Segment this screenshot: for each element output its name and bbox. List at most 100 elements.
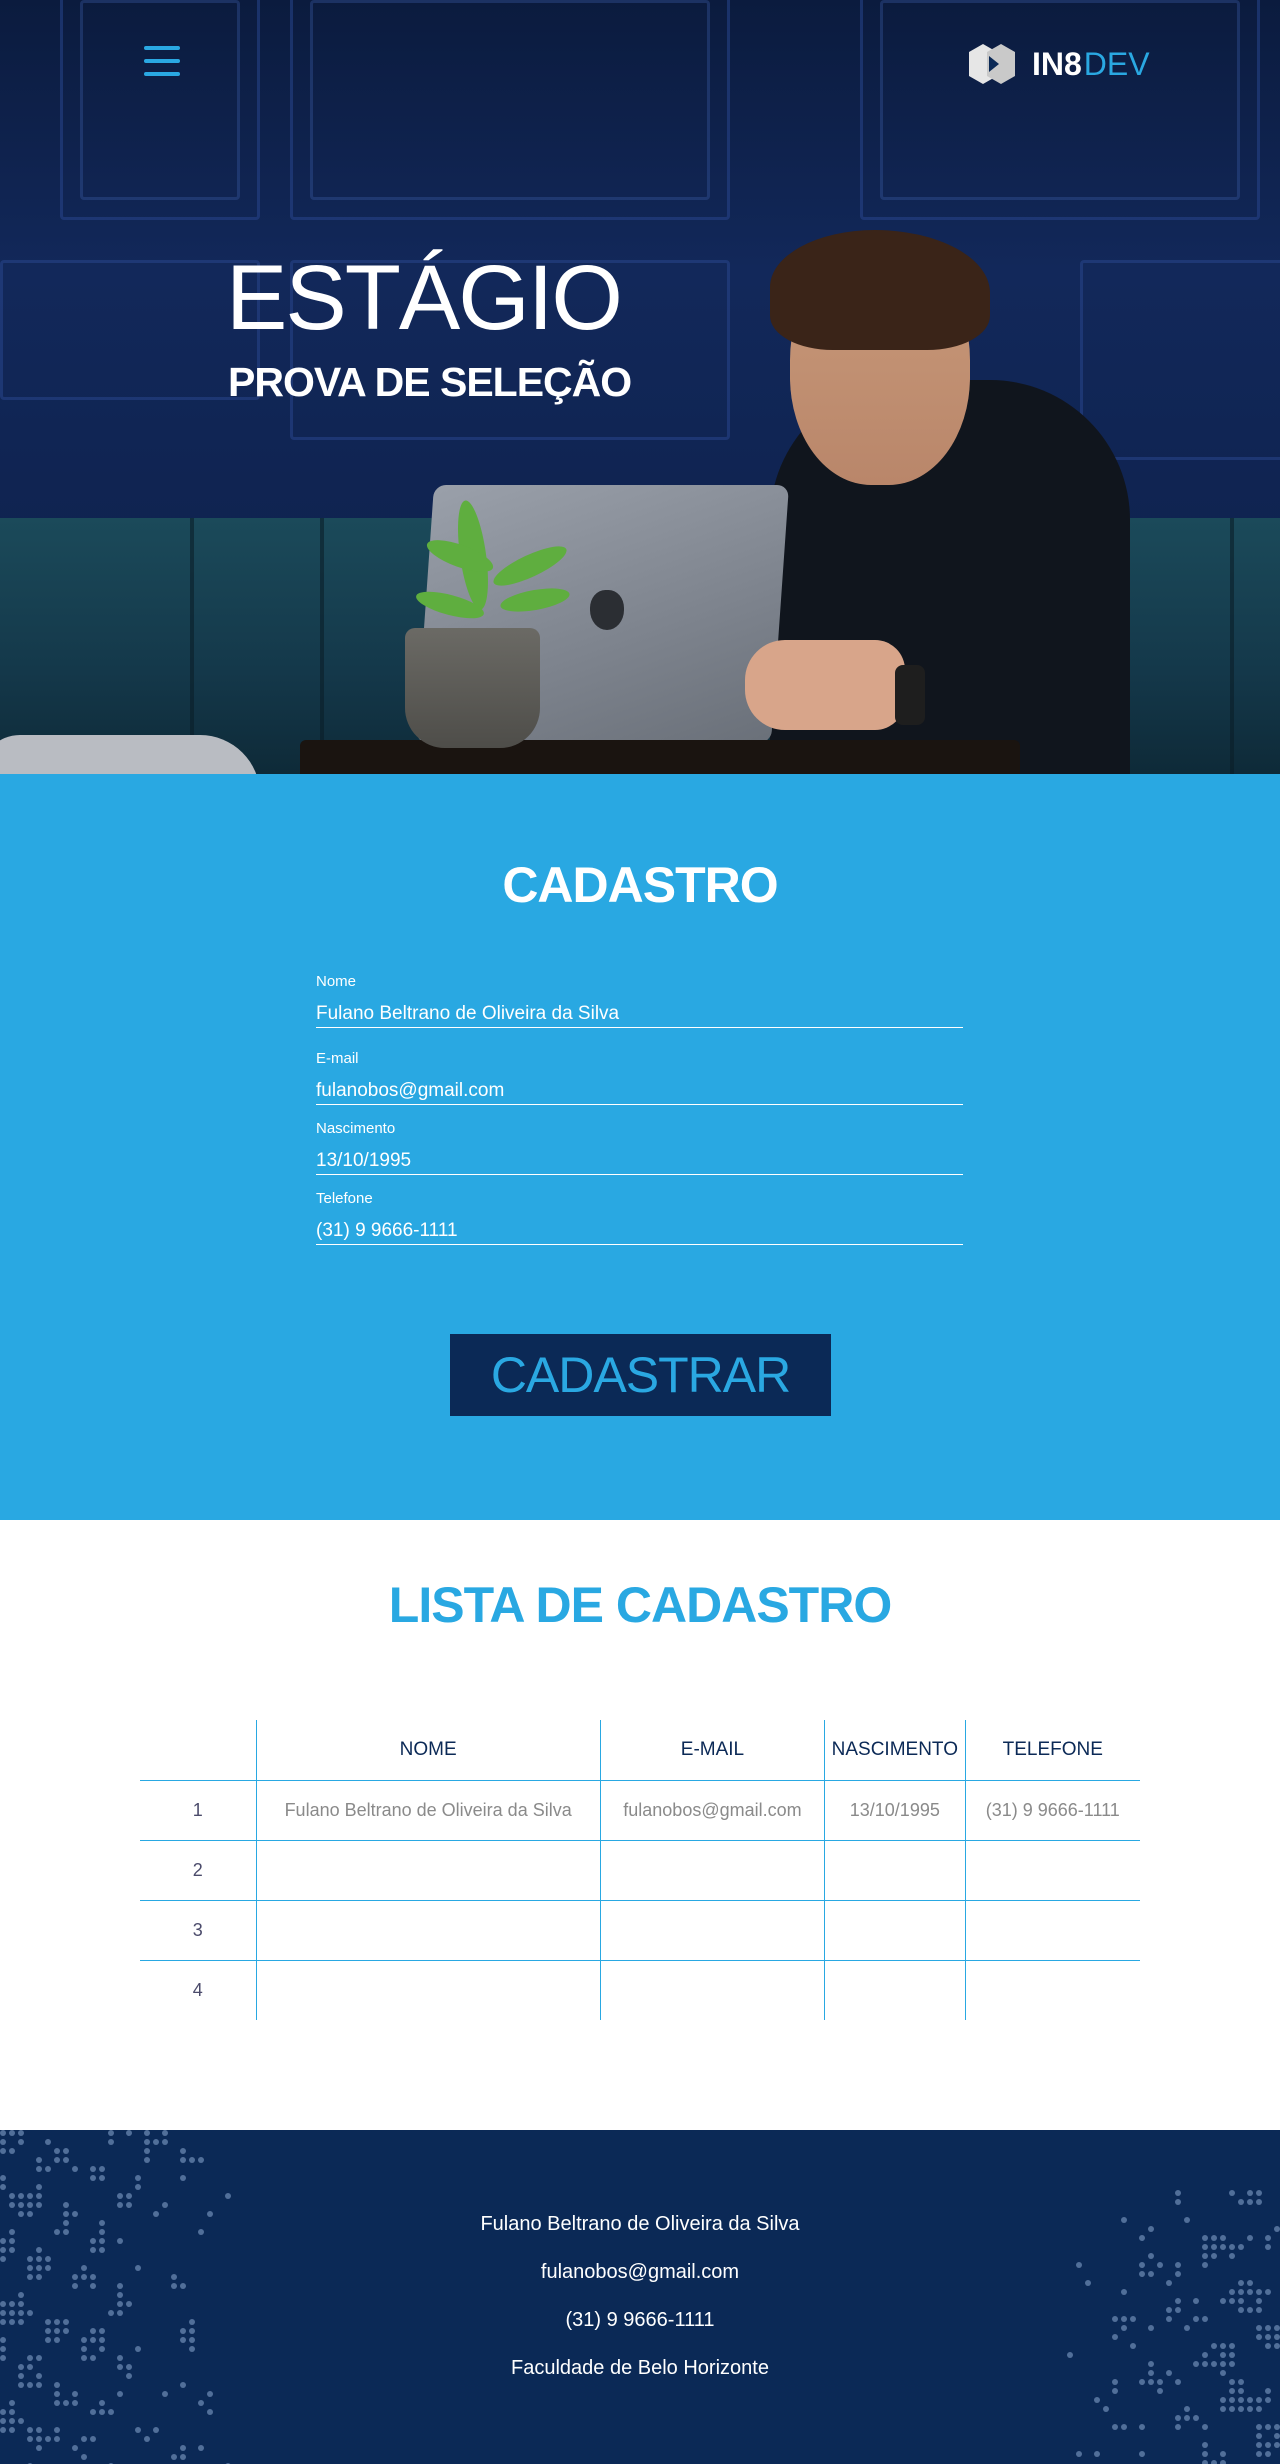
apple-logo-icon <box>590 590 624 630</box>
hamburger-line <box>144 72 180 76</box>
map-dot <box>1238 2379 1244 2385</box>
table-row[interactable]: 1 Fulano Beltrano de Oliveira da Silva f… <box>140 1780 1140 1840</box>
map-dot <box>1211 2361 1217 2367</box>
map-dot <box>72 2166 78 2172</box>
map-dot <box>0 2256 6 2262</box>
map-dot <box>1256 2451 1262 2457</box>
map-dot <box>9 2409 15 2415</box>
map-dot <box>81 2274 87 2280</box>
map-dot <box>1130 2316 1136 2322</box>
map-dot <box>1238 2406 1244 2412</box>
map-dot <box>27 2211 33 2217</box>
map-dot <box>135 2265 141 2271</box>
map-dot <box>1112 2334 1118 2340</box>
map-dot <box>36 2184 42 2190</box>
map-dot <box>225 2193 231 2199</box>
map-dot <box>144 2148 150 2154</box>
map-dot <box>117 2391 123 2397</box>
map-dot <box>1256 2334 1262 2340</box>
map-dot <box>117 2202 123 2208</box>
row-index: 4 <box>140 1960 256 2020</box>
map-dot <box>27 2436 33 2442</box>
column-header-email: E-MAIL <box>600 1720 824 1780</box>
map-dot <box>1265 2289 1271 2295</box>
map-dot <box>1166 2370 1172 2376</box>
map-dot <box>54 2436 60 2442</box>
map-dot <box>135 2346 141 2352</box>
table-row[interactable]: 2 <box>140 1840 1140 1900</box>
map-dot <box>1085 2280 1091 2286</box>
map-dot <box>1274 2343 1280 2349</box>
map-dot <box>162 2139 168 2145</box>
map-dot <box>1166 2307 1172 2313</box>
map-dot <box>189 2337 195 2343</box>
map-dot <box>1256 2325 1262 2331</box>
map-dot <box>180 2283 186 2289</box>
map-dot <box>54 2427 60 2433</box>
map-dot <box>1157 2379 1163 2385</box>
table-body: 1 Fulano Beltrano de Oliveira da Silva f… <box>140 1780 1140 2020</box>
map-dot <box>9 2319 15 2325</box>
map-dot <box>117 2292 123 2298</box>
map-dot <box>1148 2370 1154 2376</box>
map-dot <box>1211 2343 1217 2349</box>
map-dot <box>180 2157 186 2163</box>
email-input[interactable] <box>316 1080 963 1105</box>
table-row[interactable]: 4 <box>140 1960 1140 2020</box>
map-dot <box>90 2274 96 2280</box>
map-dot <box>1220 2235 1226 2241</box>
map-dot <box>1247 2406 1253 2412</box>
map-dot <box>180 2454 186 2460</box>
map-dot <box>54 2148 60 2154</box>
map-dot <box>1247 2199 1253 2205</box>
cell-telefone: (31) 9 9666-1111 <box>965 1780 1140 1840</box>
map-dot <box>1229 2190 1235 2196</box>
cell-nascimento <box>825 1900 965 1960</box>
birthdate-input[interactable] <box>316 1150 963 1175</box>
map-dot <box>117 2364 123 2370</box>
map-dot <box>1193 2361 1199 2367</box>
map-dot <box>1202 2442 1208 2448</box>
map-dot <box>0 2337 6 2343</box>
map-dot <box>9 2427 15 2433</box>
cell-email <box>600 1840 824 1900</box>
table-header: NOME E-MAIL NASCIMENTO TELEFONE <box>140 1720 1140 1780</box>
map-dot <box>99 2328 105 2334</box>
map-dot <box>189 2328 195 2334</box>
footer: Fulano Beltrano de Oliveira da Silva ful… <box>0 2130 1280 2464</box>
hamburger-menu-icon[interactable] <box>144 46 180 76</box>
map-dot <box>1175 2262 1181 2268</box>
map-dot <box>117 2283 123 2289</box>
table-row[interactable]: 3 <box>140 1900 1140 1960</box>
map-dot <box>1211 2244 1217 2250</box>
map-dot <box>1121 2424 1127 2430</box>
map-dot <box>1247 2235 1253 2241</box>
brand-logo[interactable]: IN8 DEV <box>968 42 1150 86</box>
map-dot <box>117 2238 123 2244</box>
name-input[interactable] <box>316 1003 963 1028</box>
map-dot <box>1148 2226 1154 2232</box>
table-header-row: NOME E-MAIL NASCIMENTO TELEFONE <box>140 1720 1140 1780</box>
cell-telefone <box>965 1900 1140 1960</box>
cell-telefone <box>965 1960 1140 2020</box>
map-dot <box>1256 2190 1262 2196</box>
map-dot <box>72 2211 78 2217</box>
cadastrar-button[interactable]: CADASTRAR <box>450 1334 831 1416</box>
map-dot <box>1265 2424 1271 2430</box>
phone-input[interactable] <box>316 1220 963 1245</box>
map-dot <box>1148 2253 1154 2259</box>
map-dot <box>189 2157 195 2163</box>
map-dot <box>1229 2406 1235 2412</box>
map-dot <box>1238 2298 1244 2304</box>
phone-label: Telefone <box>316 1191 963 1206</box>
map-dot <box>18 2373 24 2379</box>
map-dot <box>1256 2289 1262 2295</box>
map-dot <box>1274 2442 1280 2448</box>
map-dot <box>135 2175 141 2181</box>
map-dot <box>27 2274 33 2280</box>
map-dot <box>81 2454 87 2460</box>
map-dot <box>1112 2424 1118 2430</box>
cell-nascimento <box>825 1960 965 2020</box>
map-dot <box>18 2364 24 2370</box>
map-dot <box>162 2202 168 2208</box>
